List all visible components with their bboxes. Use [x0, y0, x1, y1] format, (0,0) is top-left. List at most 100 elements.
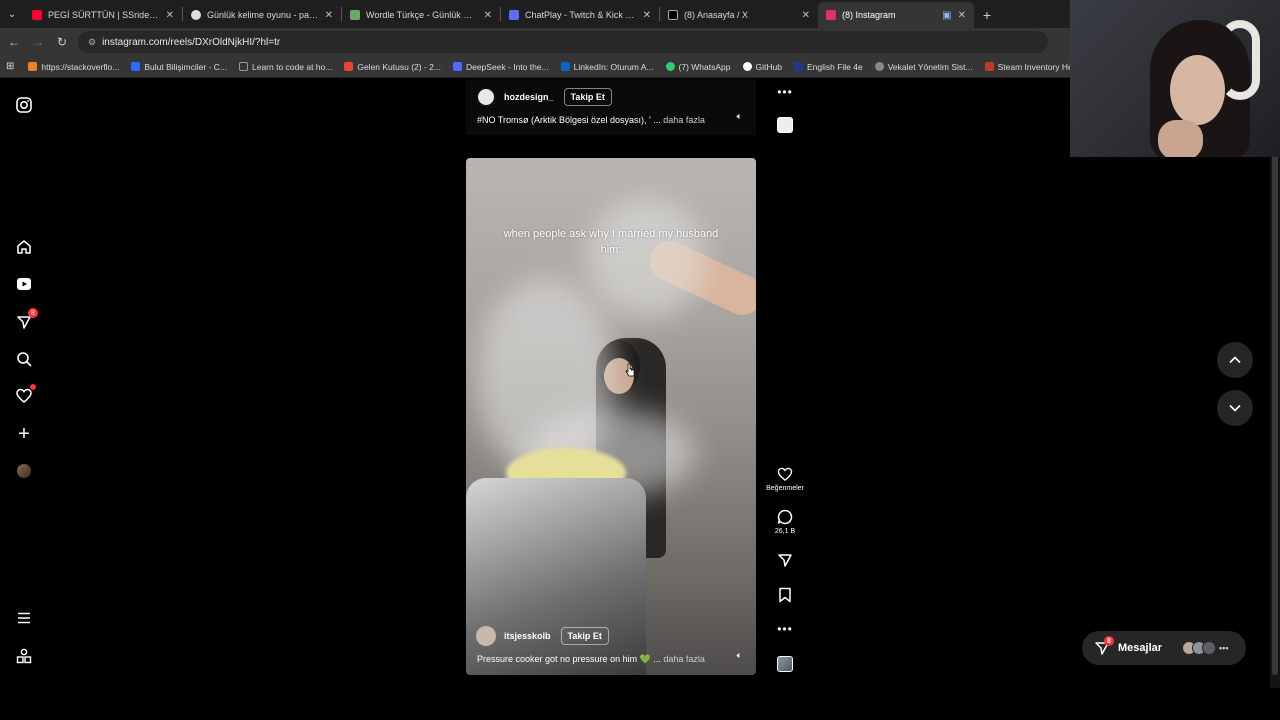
profile-avatar[interactable]	[14, 461, 34, 481]
close-tab-icon[interactable]: ✕	[958, 10, 966, 21]
bookmark-item[interactable]: (7) WhatsApp	[665, 62, 731, 72]
notification-dot	[30, 384, 36, 390]
bookmark-item[interactable]: Bulut Bilişimciler - C...	[131, 62, 227, 72]
previous-reel-footer: hozdesign_ Takip Et #NO Tromsø (Arktik B…	[466, 79, 756, 135]
tab-title: Wordle Türkçe - Günlük Kelime...	[366, 10, 478, 20]
chevron-up-icon	[1229, 356, 1241, 364]
follow-button[interactable]: Takip Et	[563, 88, 612, 106]
steam	[586, 198, 706, 318]
instagram-page: 8 + hozdesign_ Takip Et #NO Tromsø (Arkt…	[0, 79, 1280, 688]
prev-audio-thumbnail[interactable]	[770, 117, 800, 133]
home-icon[interactable]	[14, 237, 34, 257]
tab-2[interactable]: Wordle Türkçe - Günlük Kelime... ✕	[342, 2, 500, 28]
more-link[interactable]: daha fazla	[663, 654, 705, 664]
more-link[interactable]: daha fazla	[663, 115, 705, 125]
bookmark-label: GitHub	[755, 61, 782, 72]
tab-1[interactable]: Günlük kelime oyunu - parolla ✕	[183, 2, 341, 28]
search-icon[interactable]	[14, 349, 34, 369]
youtube-favicon-icon	[32, 10, 42, 20]
bookmark-label: https://stackoverflo...	[41, 61, 120, 72]
prev-more-options-icon[interactable]: •••	[770, 85, 800, 99]
address-text: instagram.com/reels/DXrOldNjkHI/?hl=tr	[102, 36, 281, 48]
tab-4[interactable]: (8) Anasayfa / X ✕	[660, 2, 818, 28]
caption-line: him:	[600, 244, 622, 256]
save-button[interactable]	[770, 587, 800, 603]
tab-0[interactable]: PEGİ SÜRTTÜN | SSriders | Mot... ✕	[24, 2, 182, 28]
reel-description: #NO Tromsø (Arktik Bölgesi özel dosyası)…	[477, 115, 705, 125]
bookmark-item[interactable]: English File 4e	[793, 62, 863, 72]
share-button[interactable]	[770, 552, 800, 568]
follow-button[interactable]: Takip Et	[560, 627, 609, 645]
scrollbar-thumb[interactable]	[1272, 85, 1278, 675]
avatar[interactable]	[476, 626, 496, 646]
bookmark-item[interactable]: DeepSeek - Into the...	[452, 62, 549, 72]
more-options-icon[interactable]: •••	[770, 622, 800, 636]
comment-button[interactable]: 26,1 B	[770, 509, 800, 535]
bookmark-item[interactable]: Vekalet Yönetim Sist...	[874, 62, 973, 72]
bookmark-item[interactable]: https://stackoverflo...	[28, 62, 119, 72]
tab-title: (8) Instagram	[842, 10, 896, 20]
meta-apps-icon[interactable]	[14, 646, 34, 666]
reel-actions: ••• Beğenmeler 26,1 B •••	[766, 79, 804, 688]
webcam-hand	[1158, 120, 1203, 157]
apps-icon[interactable]: ⊞	[6, 61, 14, 72]
bookmark-label: Gelen Kutusu (2) - 2...	[357, 61, 441, 72]
reload-icon[interactable]: ↻	[50, 30, 74, 54]
messages-button[interactable]: 8 Mesajlar •••	[1082, 631, 1246, 665]
instagram-logo-icon[interactable]	[14, 95, 34, 115]
bookmark-favicon-icon	[239, 62, 248, 71]
volume-icon[interactable]: 🔈︎	[737, 650, 742, 661]
reel-video[interactable]: when people ask why I married my husband…	[466, 158, 756, 675]
create-plus-icon[interactable]: +	[14, 423, 34, 445]
close-tab-icon[interactable]: ✕	[166, 10, 174, 21]
direct-messages-icon: 8	[1094, 636, 1114, 656]
close-tab-icon[interactable]: ✕	[802, 10, 810, 21]
next-reel-button[interactable]	[1217, 390, 1253, 426]
username[interactable]: itsjesskolb	[504, 631, 551, 641]
bookmark-item[interactable]: GitHub	[742, 61, 782, 72]
bookmark-favicon-icon	[793, 62, 803, 71]
like-label: Beğenmeler	[766, 485, 804, 492]
close-tab-icon[interactable]: ✕	[643, 10, 651, 21]
comment-count: 26,1 B	[774, 528, 796, 535]
volume-icon[interactable]: 🔈︎	[737, 111, 742, 122]
bookmark-favicon-icon	[28, 62, 38, 71]
messages-badge: 8	[1104, 636, 1114, 646]
bookmark-item[interactable]: Steam Inventory Hel...	[984, 62, 1082, 72]
like-button[interactable]: Beğenmeler	[766, 467, 804, 492]
reel-owner[interactable]: itsjesskolb Takip Et	[476, 626, 609, 646]
avatar[interactable]	[476, 87, 496, 107]
forward-icon[interactable]: →	[26, 30, 50, 54]
previous-reel-button[interactable]	[1217, 342, 1253, 378]
notifications-heart-icon[interactable]	[14, 384, 36, 406]
tab-search-chevron-icon[interactable]: ⌄	[0, 0, 24, 28]
username[interactable]: hozdesign_	[504, 92, 554, 102]
bookmark-item[interactable]: LinkedIn: Oturum A...	[560, 62, 654, 72]
tab-title: Günlük kelime oyunu - parolla	[207, 10, 319, 20]
back-icon[interactable]: ←	[2, 30, 26, 54]
more-menu-icon[interactable]	[14, 608, 34, 628]
new-tab-button[interactable]: +	[974, 2, 1000, 28]
reels-icon[interactable]	[14, 274, 34, 294]
close-tab-icon[interactable]: ✕	[325, 10, 333, 21]
wordle-favicon-icon	[350, 10, 360, 20]
bookmark-favicon-icon	[344, 62, 354, 71]
chevron-down-icon	[1229, 404, 1241, 412]
tab-title: PEGİ SÜRTTÜN | SSriders | Mot...	[48, 10, 160, 20]
audio-thumbnail[interactable]	[770, 656, 800, 672]
message-avatars: •••	[1182, 641, 1229, 655]
bookmark-item[interactable]: Learn to code at ho...	[239, 62, 332, 72]
reel-description: Pressure cooker got no pressure on him 💚…	[477, 654, 705, 665]
tab-3[interactable]: ChatPlay - Twitch & Kick İzleyici... ✕	[501, 2, 659, 28]
close-tab-icon[interactable]: ✕	[484, 10, 492, 21]
tab-5-active[interactable]: (8) Instagram ▣ ✕	[818, 2, 974, 28]
picture-in-picture-icon[interactable]: ▣	[942, 10, 951, 21]
more-avatars-icon: •••	[1219, 643, 1229, 653]
bookmark-favicon-icon	[742, 62, 752, 71]
direct-messages-icon[interactable]: 8	[14, 308, 38, 332]
bookmark-item[interactable]: Gelen Kutusu (2) - 2...	[344, 62, 441, 72]
address-bar[interactable]: ⚙ instagram.com/reels/DXrOldNjkHI/?hl=tr	[78, 31, 1048, 53]
site-info-icon[interactable]: ⚙	[88, 37, 96, 48]
reel-owner[interactable]: hozdesign_ Takip Et	[476, 87, 612, 107]
page-scrollbar[interactable]	[1270, 79, 1280, 688]
